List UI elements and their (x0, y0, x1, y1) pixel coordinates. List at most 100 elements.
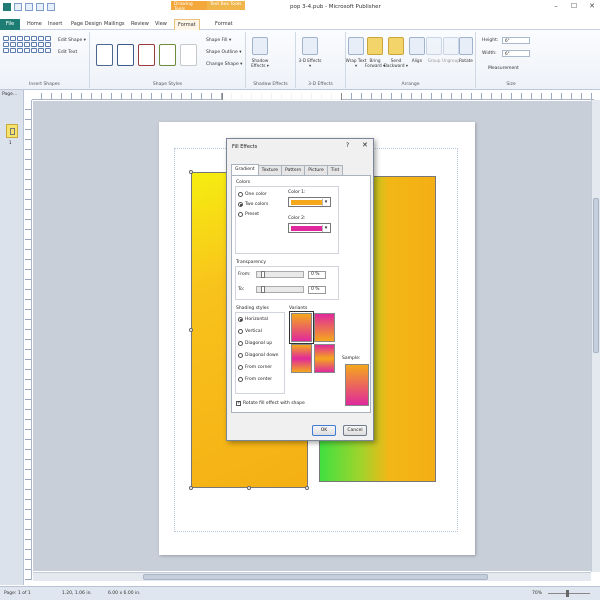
radio-button[interactable] (238, 365, 243, 370)
tab-view[interactable]: View (152, 19, 170, 30)
from-input[interactable]: 0 % (308, 271, 326, 279)
dialog-close-icon[interactable]: ✕ (362, 141, 368, 149)
shape-fill-button[interactable]: Shape Fill ▾ (206, 38, 231, 43)
change-shape-button[interactable]: Change Shape ▾ (206, 62, 242, 67)
shapes-gallery[interactable] (3, 36, 53, 53)
horizontal-ruler[interactable] (32, 93, 594, 100)
variant-3[interactable] (291, 344, 312, 373)
help-icon[interactable]: ? (346, 142, 349, 149)
resize-handle[interactable] (247, 486, 251, 490)
bring-forward-icon[interactable] (367, 37, 383, 55)
radio-diagonal-down[interactable]: Diagonal down (238, 353, 279, 358)
shape-outline-button[interactable]: Shape Outline ▾ (206, 50, 242, 55)
rotate-fill-checkbox[interactable] (236, 400, 241, 406)
tab-file[interactable]: File (0, 19, 20, 30)
radio-button[interactable] (238, 192, 243, 197)
radio-vertical[interactable]: Vertical (238, 329, 262, 334)
variant-1[interactable] (289, 311, 314, 344)
horizontal-scrollbar[interactable] (33, 572, 591, 581)
undo-icon[interactable] (25, 3, 33, 11)
tab-page-design[interactable]: Page Design (68, 19, 105, 30)
3d-effects-icon[interactable] (302, 37, 318, 55)
resize-handle[interactable] (305, 486, 309, 490)
tab-review[interactable]: Review (128, 19, 152, 30)
tab-format-textbox[interactable]: Format (212, 19, 236, 30)
radio-diagonal-up[interactable]: Diagonal up (238, 341, 272, 346)
radio-button[interactable] (238, 212, 243, 217)
shape-style-3[interactable] (138, 44, 155, 66)
send-backward-icon[interactable] (388, 37, 404, 55)
page-pane-header[interactable]: Page... (0, 90, 23, 99)
radio-preset[interactable]: Preset (238, 212, 259, 217)
save-icon[interactable] (14, 3, 22, 11)
measurement-button[interactable]: Measurement (488, 66, 519, 71)
tab-mailings[interactable]: Mailings (101, 19, 128, 30)
slider-knob[interactable] (261, 286, 265, 293)
ok-button[interactable]: OK (312, 425, 336, 436)
horizontal-scroll-thumb[interactable] (143, 574, 488, 580)
align-icon[interactable] (409, 37, 425, 55)
tab-insert[interactable]: Insert (45, 19, 65, 30)
resize-handle[interactable] (189, 170, 193, 174)
rotate-fill-checkbox-row[interactable]: Rotate fill effect with shape (236, 400, 305, 406)
radio-button[interactable] (238, 377, 243, 382)
tab-home[interactable]: Home (24, 19, 45, 30)
maximize-icon[interactable]: ☐ (569, 2, 579, 10)
zoom-slider-knob[interactable] (566, 590, 569, 597)
resize-handle[interactable] (189, 328, 193, 332)
shape-style-1[interactable] (96, 44, 113, 66)
radio-horizontal[interactable]: Horizontal (238, 317, 268, 322)
group-label: Size (506, 82, 516, 87)
shape-style-5[interactable] (180, 44, 197, 66)
radio-two-colors[interactable]: Two colors (238, 202, 268, 207)
radio-from-corner[interactable]: From corner (238, 365, 272, 370)
rotate-icon[interactable] (459, 37, 473, 55)
slider-knob[interactable] (261, 271, 265, 278)
resize-handle[interactable] (189, 486, 193, 490)
page-thumbnail[interactable] (6, 124, 18, 138)
3d-effects-button[interactable]: 3-D Effects ▾ (298, 58, 322, 68)
radio-button[interactable] (238, 202, 243, 207)
page-indicator[interactable]: Page: 1 of 1 (4, 591, 31, 596)
variant-2[interactable] (314, 313, 335, 342)
rotate-button[interactable]: Rotate (454, 58, 478, 63)
from-slider[interactable] (256, 271, 304, 278)
to-slider[interactable] (256, 286, 304, 293)
radio-button[interactable] (238, 341, 243, 346)
height-input[interactable]: 6" (502, 37, 530, 44)
redo-icon[interactable] (36, 3, 44, 11)
edit-text-button[interactable]: Edit Text (58, 50, 77, 55)
color2-dropdown[interactable]: ▾ (288, 223, 331, 233)
variant-4[interactable] (314, 344, 335, 373)
customize-qat-icon[interactable] (47, 3, 55, 11)
wrap-text-icon[interactable] (348, 37, 364, 55)
edit-shape-button[interactable]: Edit Shape ▾ (58, 38, 86, 43)
radio-button[interactable] (238, 317, 243, 322)
close-icon[interactable]: ✕ (587, 2, 597, 10)
color1-dropdown[interactable]: ▾ (288, 197, 331, 207)
zoom-level[interactable]: 70% (532, 591, 542, 596)
shape-style-4[interactable] (159, 44, 176, 66)
shape-style-2[interactable] (117, 44, 134, 66)
chevron-down-icon[interactable]: ▾ (322, 199, 329, 206)
tab-gradient[interactable]: Gradient (231, 164, 259, 175)
radio-one-color[interactable]: One color (238, 192, 267, 197)
zoom-slider[interactable] (548, 590, 590, 597)
tab-format-drawing[interactable]: Format (174, 19, 200, 30)
group-icon[interactable] (426, 37, 442, 55)
window-title: pop 3-4.pub - Microsoft Publisher (290, 4, 381, 10)
cancel-button[interactable]: Cancel (343, 425, 367, 436)
vertical-ruler[interactable] (25, 100, 32, 580)
to-input[interactable]: 0 % (308, 286, 326, 294)
width-input[interactable]: 6" (502, 50, 530, 57)
vertical-scrollbar[interactable] (591, 100, 600, 572)
chevron-down-icon[interactable]: ▾ (322, 225, 329, 232)
minimize-icon[interactable]: – (551, 2, 561, 10)
radio-button[interactable] (238, 329, 243, 334)
vertical-scroll-thumb[interactable] (593, 198, 599, 353)
ungroup-icon[interactable] (443, 37, 459, 55)
shadow-effects-button[interactable]: Shadow Effects ▾ (248, 58, 272, 68)
radio-button[interactable] (238, 353, 243, 358)
shadow-effects-icon[interactable] (252, 37, 268, 55)
radio-from-center[interactable]: From center (238, 377, 272, 382)
